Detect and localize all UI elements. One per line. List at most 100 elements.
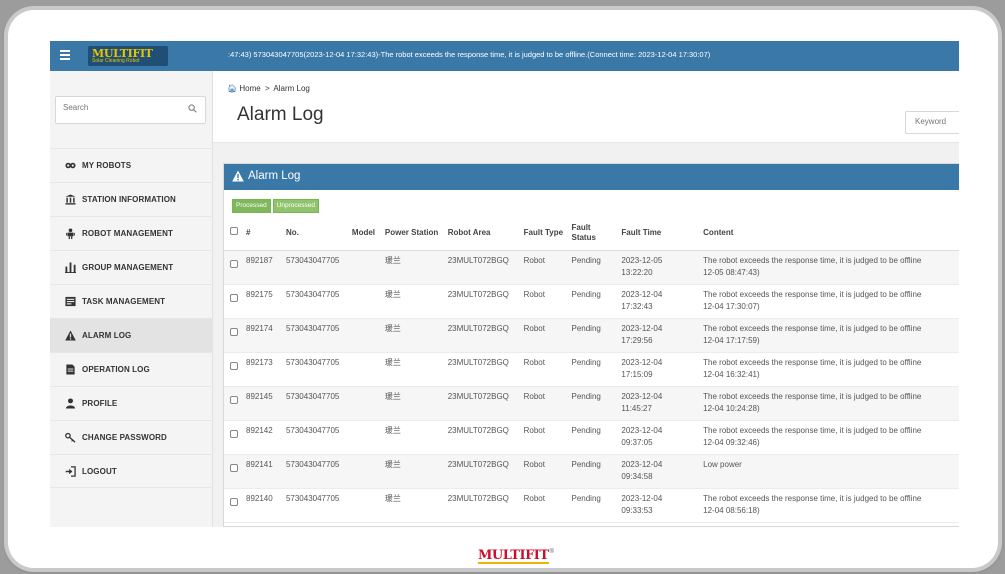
breadcrumb: 🏠︎ Home > Alarm Log <box>227 84 310 93</box>
column-header-model[interactable]: Model <box>347 216 381 251</box>
key-icon <box>65 432 76 443</box>
table-row[interactable]: 892187 573043047705 瑗兰 23MULT072BGQ Robot Pen… <box>224 250 959 285</box>
cell-fault-type: Robot <box>519 454 568 489</box>
cell-id: 892187 <box>242 250 282 285</box>
breadcrumb-current: Alarm Log <box>273 84 310 93</box>
breadcrumb-home[interactable]: Home <box>239 84 260 93</box>
table-row[interactable]: 892175 573043047705 瑗兰 23MULT072BGQ Robot Pen… <box>224 284 959 319</box>
table-row[interactable]: 892145 573043047705 瑗兰 23MULT072BGQ Robot Pen… <box>224 386 959 421</box>
cell-power-station: 瑗兰 <box>380 420 444 455</box>
row-checkbox <box>224 386 242 421</box>
fault-date: 2023-12-04 <box>621 289 663 299</box>
cell-fault-time: 2023-12-04 09:34:58 <box>617 454 700 489</box>
row-checkbox <box>224 250 242 285</box>
sidebar-item-group-management[interactable]: GROUP MANAGEMENT <box>50 250 213 284</box>
content-line-2: 12-04 17:30:07) <box>703 301 760 311</box>
row-checkbox[interactable] <box>230 395 238 404</box>
column-header-fault-type[interactable]: Fault Type <box>519 216 568 251</box>
search-icon[interactable] <box>188 104 197 113</box>
brand-logo[interactable]: MULTIFIT Solar Cleaning Robot <box>88 46 168 66</box>
table-row[interactable]: 892174 573043047705 瑗兰 23MULT072BGQ Robot Pen… <box>224 318 959 353</box>
filter-unprocessed-button[interactable]: Unprocessed <box>272 199 320 213</box>
sidebar-item-operation-log[interactable]: OPERATION LOG <box>50 352 213 386</box>
sidebar-search[interactable] <box>55 96 206 124</box>
panel-header: Alarm Log <box>224 164 959 190</box>
cell-id: 892173 <box>242 352 282 387</box>
column-header-no[interactable]: No. <box>281 216 348 251</box>
cell-fault-time: 2023-12-04 17:32:43 <box>617 284 700 319</box>
cell-model <box>347 352 381 387</box>
sidebar-item-task-management[interactable]: TASK MANAGEMENT <box>50 284 213 318</box>
sidebar-item-change-password[interactable]: CHANGE PASSWORD <box>50 420 213 454</box>
search-input[interactable] <box>63 103 173 112</box>
table-row[interactable]: 892173 573043047705 瑗兰 23MULT072BGQ Robot Pen… <box>224 352 959 387</box>
table-row[interactable]: 892142 573043047705 瑗兰 23MULT072BGQ Robot Pen… <box>224 420 959 455</box>
cell-robot-area: 23MULT072BGQ <box>443 352 520 387</box>
sidebar-item-my-robots[interactable]: MY ROBOTS <box>50 148 213 182</box>
menu-toggle-icon[interactable] <box>60 49 70 61</box>
row-checkbox <box>224 352 242 387</box>
keyword-input[interactable] <box>915 117 959 126</box>
content-line-1: The robot exceeds the response time, it … <box>703 289 922 299</box>
select-all-checkbox[interactable] <box>230 227 238 236</box>
content-line-2: 12-04 08:56:18) <box>703 505 760 515</box>
cell-content: The robot exceeds the response time, it … <box>699 284 959 319</box>
row-checkbox[interactable] <box>230 361 238 370</box>
content-line-2: 12-04 09:32:46) <box>703 437 760 447</box>
cell-model <box>347 420 381 455</box>
sidebar-item-robot-management[interactable]: ROBOT MANAGEMENT <box>50 216 213 250</box>
cell-fault-type: Robot <box>519 352 568 387</box>
row-checkbox[interactable] <box>230 327 238 336</box>
column-header-content[interactable]: Content <box>699 216 959 251</box>
home-icon[interactable]: 🏠︎ <box>227 84 237 93</box>
row-checkbox[interactable] <box>230 497 238 506</box>
content-line-2: 12-04 16:32:41) <box>703 369 760 379</box>
document-icon <box>66 364 75 375</box>
column-header-power-station[interactable]: Power Station <box>380 216 444 251</box>
row-checkbox[interactable] <box>230 463 238 472</box>
content-line-2: 12-04 10:24:28) <box>703 403 760 413</box>
row-checkbox[interactable] <box>230 293 238 302</box>
warning-icon <box>65 330 76 341</box>
column-header-fault-status[interactable]: Fault Status <box>567 216 618 251</box>
row-checkbox[interactable] <box>230 259 238 268</box>
task-icon <box>65 296 76 307</box>
row-checkbox <box>224 488 242 523</box>
cell-content: The robot exceeds the response time, it … <box>699 386 959 421</box>
fault-date: 2023-12-04 <box>621 425 663 435</box>
fault-date: 2023-12-04 <box>621 391 663 401</box>
row-checkbox <box>224 284 242 319</box>
sidebar-item-label: TASK MANAGEMENT <box>82 297 166 306</box>
content-line-1: The robot exceeds the response time, it … <box>703 493 922 503</box>
keyword-search[interactable] <box>905 111 959 134</box>
sidebar-item-label: OPERATION LOG <box>82 365 150 374</box>
cell-fault-time: 2023-12-04 17:29:56 <box>617 318 700 353</box>
fault-clock-time: 09:34:58 <box>621 471 653 481</box>
filter-processed-button[interactable]: Processed <box>232 199 271 213</box>
cell-fault-status: Pending <box>567 454 618 489</box>
cell-fault-time: 2023-12-04 09:33:53 <box>617 488 700 523</box>
sidebar-item-station-information[interactable]: STATION INFORMATION <box>50 182 213 216</box>
sidebar-item-profile[interactable]: PROFILE <box>50 386 213 420</box>
table-row[interactable]: 892141 573043047705 瑗兰 23MULT072BGQ Robot Pen… <box>224 454 959 489</box>
cell-no: 573043047705 <box>281 318 348 353</box>
content-line-1: The robot exceeds the response time, it … <box>703 255 922 265</box>
sidebar-item-logout[interactable]: LOGOUT <box>50 454 213 488</box>
sidebar-item-label: MY ROBOTS <box>82 161 132 170</box>
sidebar-item-alarm-log[interactable]: ALARM LOG <box>50 318 213 352</box>
content-line-2: 12-04 17:17:59) <box>703 335 760 345</box>
table-row[interactable]: 892140 573043047705 瑗兰 23MULT072BGQ Robot Pen… <box>224 488 959 523</box>
fault-clock-time: 17:15:09 <box>621 369 653 379</box>
column-header-fault-time[interactable]: Fault Time <box>617 216 700 251</box>
cell-model <box>347 488 381 523</box>
column-header-id[interactable]: # <box>242 216 282 251</box>
column-header-robot-area[interactable]: Robot Area <box>443 216 520 251</box>
cell-model <box>347 454 381 489</box>
cell-power-station: 瑗兰 <box>380 284 444 319</box>
breadcrumb-separator: > <box>264 84 270 93</box>
row-checkbox[interactable] <box>230 429 238 438</box>
fault-clock-time: 17:29:56 <box>621 335 653 345</box>
cell-fault-status: Pending <box>567 250 618 285</box>
cell-model <box>347 250 381 285</box>
cell-content: The robot exceeds the response time, it … <box>699 250 959 285</box>
